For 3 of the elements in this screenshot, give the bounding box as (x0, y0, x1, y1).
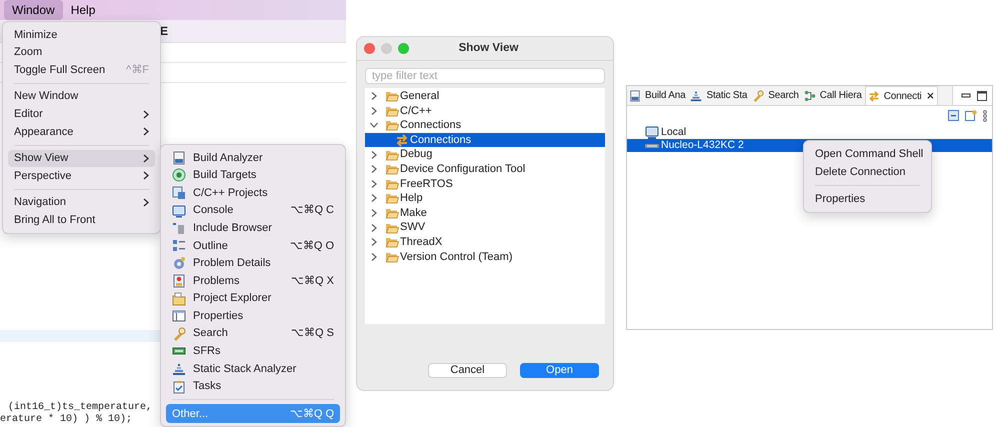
code-line: (int16_t)ts_temperature, (8, 402, 152, 414)
window-title: Show View (458, 40, 520, 56)
code-line: erature * 10) ) % 10); (0, 414, 134, 426)
